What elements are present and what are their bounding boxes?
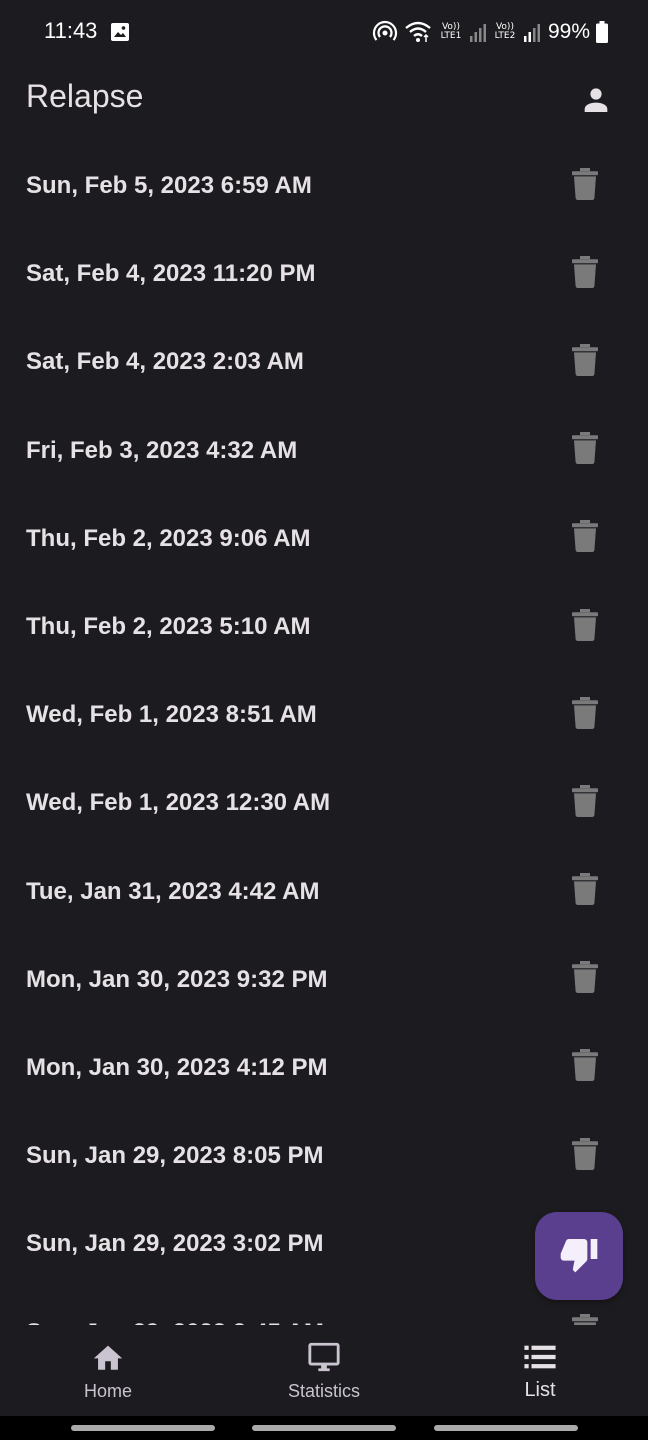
delete-button[interactable] [566, 340, 604, 384]
nav-item-home[interactable]: Home [0, 1325, 216, 1416]
nav-label-home: Home [83, 1381, 132, 1401]
relapse-datetime: Wed, Feb 1, 2023 8:51 AM [26, 701, 317, 729]
relapse-list[interactable]: Sun, Feb 5, 2023 6:59 AM Sat, Feb 4, 2023… [0, 142, 648, 1325]
status-bar: 11:43 Vo)) LTE1 Vo)) LTE2 99% [0, 0, 648, 64]
thumb-down-icon [559, 1234, 599, 1279]
trash-icon [571, 873, 599, 910]
delete-button[interactable] [566, 693, 604, 737]
list-item[interactable]: Wed, Feb 1, 2023 12:30 AM [0, 759, 648, 847]
bottom-navigation: Home Statistics List [0, 1325, 648, 1416]
relapse-datetime: Thu, Feb 2, 2023 5:10 AM [26, 613, 311, 641]
list-item[interactable]: Tue, Jan 31, 2023 4:42 AM [0, 848, 648, 936]
monitor-icon [306, 1339, 342, 1375]
trash-icon [571, 343, 599, 381]
relapse-datetime: Sat, Feb 4, 2023 2:03 AM [26, 348, 304, 376]
relapse-datetime: Mon, Jan 30, 2023 4:12 PM [26, 1053, 328, 1081]
list-item[interactable]: Sun, Feb 5, 2023 6:59 AM [0, 142, 648, 230]
list-item[interactable]: Wed, Feb 1, 2023 8:51 AM [0, 671, 648, 759]
trash-icon [571, 1049, 599, 1086]
status-icons: Vo)) LTE1 Vo)) LTE2 99% [372, 18, 608, 46]
app-bar: Relapse [0, 64, 648, 134]
sim1-label: Vo)) LTE1 [440, 22, 462, 41]
trash-icon [571, 961, 599, 998]
delete-button[interactable] [566, 958, 604, 1002]
wifi-icon [404, 21, 432, 43]
relapse-datetime: Sun, Jan 29, 2023 8:05 PM [26, 1142, 324, 1170]
gallery-icon [110, 22, 130, 42]
delete-button[interactable] [566, 1134, 604, 1178]
gesture-pill-right[interactable] [434, 1425, 578, 1431]
delete-button[interactable] [566, 1311, 604, 1325]
list-item[interactable]: Mon, Jan 30, 2023 9:32 PM [0, 936, 648, 1024]
add-relapse-button[interactable] [535, 1212, 623, 1300]
nav-label-statistics: Statistics [287, 1381, 361, 1401]
relapse-datetime: Fri, Feb 3, 2023 4:32 AM [26, 436, 298, 464]
relapse-datetime: Thu, Feb 2, 2023 9:06 AM [26, 524, 311, 552]
trash-icon [571, 432, 599, 469]
trash-icon [571, 1137, 599, 1175]
relapse-datetime: Wed, Feb 1, 2023 12:30 AM [26, 789, 331, 817]
trash-icon [571, 255, 599, 293]
account-icon[interactable] [576, 80, 616, 120]
trash-icon [571, 608, 599, 646]
list-item[interactable]: Sat, Feb 4, 2023 11:20 PM [0, 230, 648, 318]
delete-button[interactable] [566, 781, 604, 825]
list-item[interactable]: Sat, Feb 4, 2023 2:03 AM [0, 318, 648, 406]
nav-label-list: List [524, 1379, 556, 1401]
relapse-datetime: Tue, Jan 31, 2023 4:42 AM [26, 877, 320, 905]
list-icon [522, 1339, 558, 1375]
trash-icon [571, 1314, 599, 1325]
battery-icon [596, 21, 608, 43]
signal-icon-2 [523, 22, 540, 42]
relapse-datetime: Sun, Feb 5, 2023 6:59 AM [26, 172, 312, 200]
sim2-label: Vo)) LTE2 [494, 22, 516, 41]
nav-item-statistics[interactable]: Statistics [216, 1325, 432, 1416]
delete-button[interactable] [566, 605, 604, 649]
trash-icon [571, 784, 599, 822]
delete-button[interactable] [566, 164, 604, 208]
screen: 11:43 Vo)) LTE1 Vo)) LTE2 99% Relapse Su… [0, 0, 648, 1440]
delete-button[interactable] [566, 517, 604, 561]
relapse-datetime: Sat, Feb 4, 2023 11:20 PM [26, 260, 316, 288]
gesture-pill-center[interactable] [252, 1425, 396, 1431]
list-item[interactable]: Sun, Jan 29, 2023 8:05 PM [0, 1112, 648, 1200]
list-item[interactable]: Mon, Jan 30, 2023 4:12 PM [0, 1024, 648, 1112]
gesture-bar [0, 1416, 648, 1440]
list-item[interactable]: Thu, Feb 2, 2023 9:06 AM [0, 495, 648, 583]
nav-item-list[interactable]: List [432, 1325, 648, 1416]
list-item[interactable]: Fri, Feb 3, 2023 4:32 AM [0, 407, 648, 495]
relapse-datetime: Mon, Jan 30, 2023 9:32 PM [26, 965, 328, 993]
list-item[interactable]: Thu, Feb 2, 2023 5:10 AM [0, 583, 648, 671]
battery-percent: 99% [547, 20, 590, 43]
page-title: Relapse [26, 78, 144, 114]
delete-button[interactable] [566, 870, 604, 914]
trash-icon [571, 167, 599, 205]
trash-icon [571, 696, 599, 734]
trash-icon [571, 520, 599, 557]
delete-button[interactable] [566, 252, 604, 296]
delete-button[interactable] [566, 1046, 604, 1090]
delete-button[interactable] [566, 429, 604, 473]
status-time: 11:43 [44, 18, 98, 43]
signal-icon [469, 22, 486, 42]
home-icon [90, 1339, 126, 1375]
gesture-pill-left[interactable] [71, 1425, 215, 1431]
hotspot-icon [372, 20, 398, 44]
relapse-datetime: Sun, Jan 29, 2023 3:02 PM [26, 1230, 324, 1258]
